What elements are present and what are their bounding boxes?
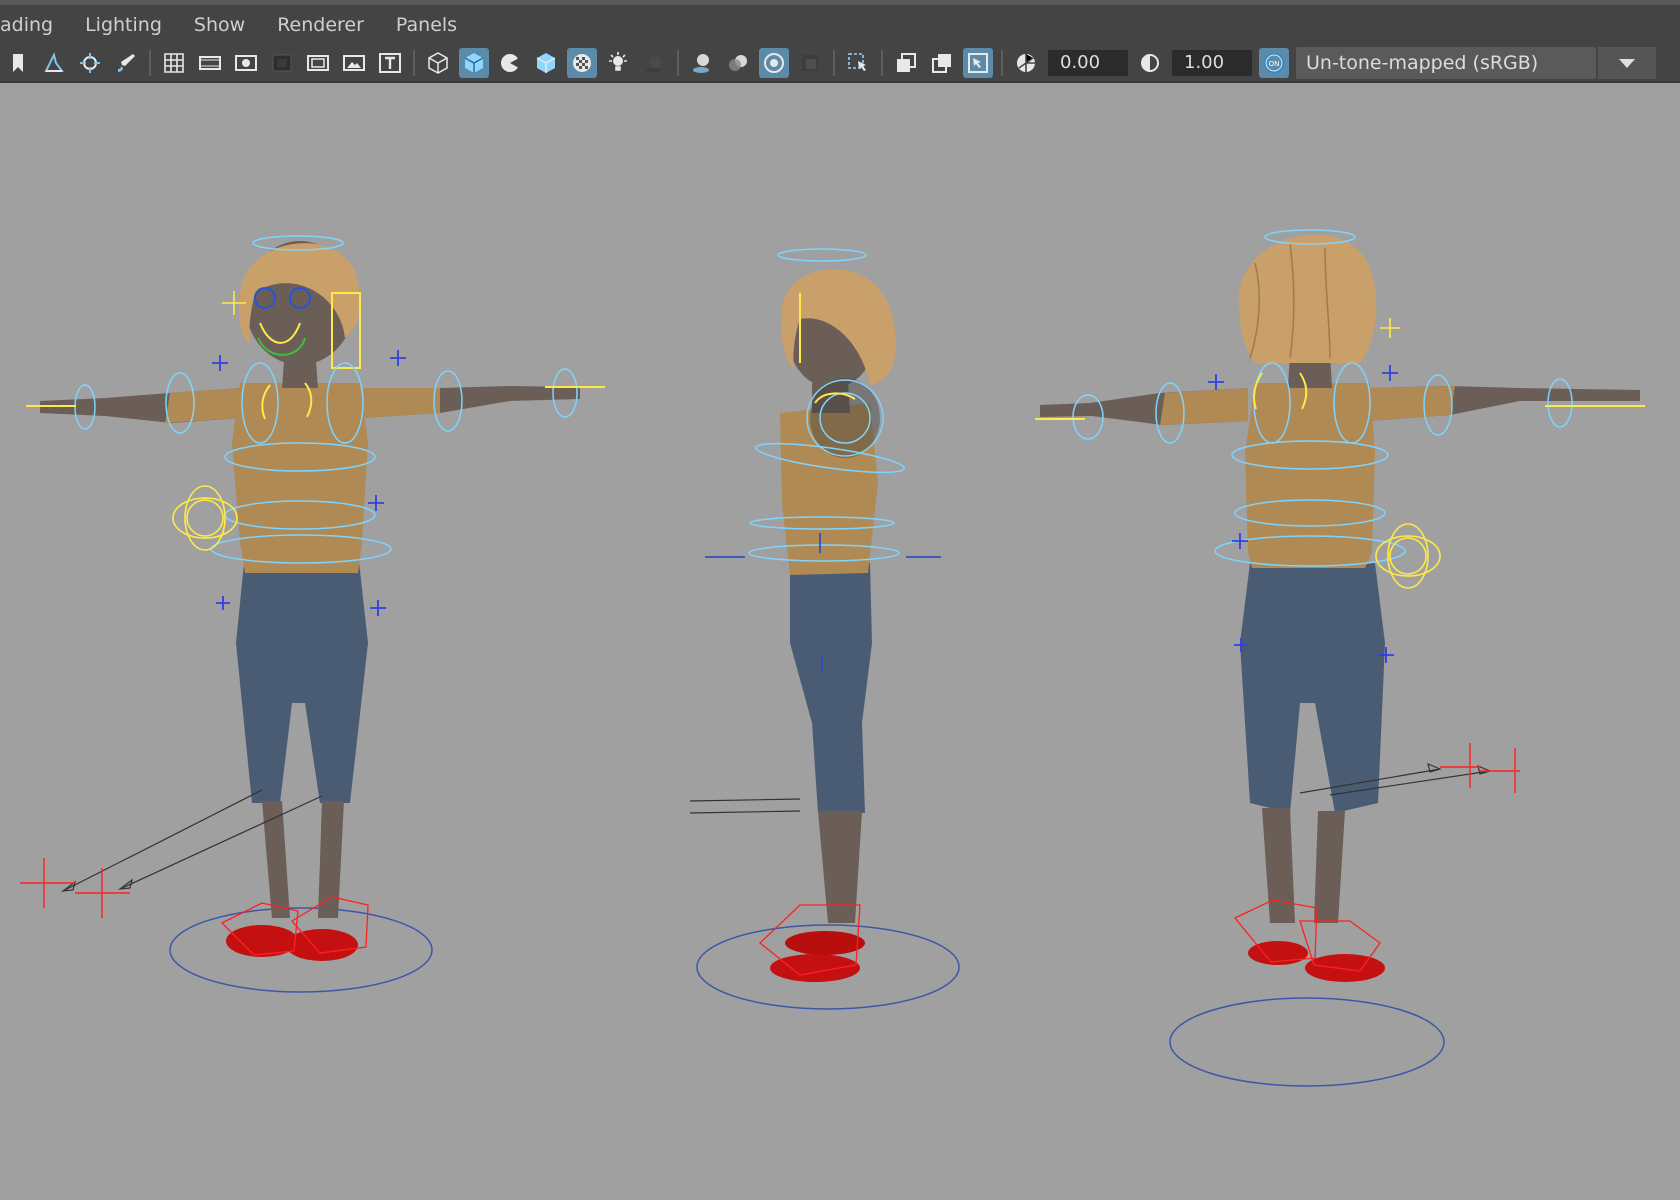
side-view-character[interactable] [689, 248, 960, 1010]
back-view-character[interactable] [1035, 229, 1645, 1087]
toolbar-separator [833, 50, 835, 76]
screen-space-ao-icon[interactable] [687, 48, 717, 78]
use-all-lights-icon[interactable] [603, 48, 633, 78]
menu-renderer[interactable]: Renderer [261, 5, 380, 45]
gamma-icon[interactable] [1135, 48, 1165, 78]
toolbar-separator [677, 50, 679, 76]
isolate-select-icon[interactable] [891, 48, 921, 78]
depth-of-field-icon[interactable] [795, 48, 825, 78]
select-camera-icon[interactable] [39, 48, 69, 78]
menu-panels[interactable]: Panels [380, 5, 473, 45]
toolbar-separator [1001, 50, 1003, 76]
shadows-icon[interactable] [639, 48, 669, 78]
color-management-badge: ON [1269, 60, 1280, 68]
pole-vector-control[interactable] [1375, 523, 1441, 589]
toolbar-separator [149, 50, 151, 76]
view-transform-dropdown[interactable]: Un-tone-mapped (sRGB) [1296, 47, 1596, 79]
camera-tumble-icon[interactable] [75, 48, 105, 78]
safe-title-icon[interactable] [375, 48, 405, 78]
xray-active-icon[interactable] [963, 48, 993, 78]
view-transform-dropdown-arrow[interactable] [1598, 47, 1656, 79]
xray-joints-icon[interactable] [927, 48, 957, 78]
motion-blur-icon[interactable] [723, 48, 753, 78]
3d-viewport[interactable] [0, 83, 1680, 1200]
menu-shading[interactable]: ading [0, 5, 69, 45]
select-tool-icon[interactable] [843, 48, 873, 78]
gamma-field[interactable]: 1.00 [1172, 50, 1252, 76]
paint-brush-icon[interactable] [111, 48, 141, 78]
xray-icon[interactable] [567, 48, 597, 78]
toolbar-separator [881, 50, 883, 76]
safe-action-icon[interactable] [339, 48, 369, 78]
color-management-on-icon[interactable]: ON [1259, 48, 1289, 78]
use-default-material-icon[interactable] [495, 48, 525, 78]
resolution-gate-icon[interactable] [231, 48, 261, 78]
panel-toolbar: 0.00 1.00 ON Un-tone-mapped (sRGB) [0, 45, 1680, 83]
maya-app-window: ading Lighting Show Renderer Panels 0.00… [0, 0, 1680, 1200]
toolbar-separator [413, 50, 415, 76]
wireframe-on-shaded-icon[interactable] [531, 48, 561, 78]
panel-menu-bar: ading Lighting Show Renderer Panels [0, 5, 1680, 45]
smooth-shade-icon[interactable] [459, 48, 489, 78]
root-control-circle[interactable] [1169, 997, 1445, 1087]
chevron-down-icon [1619, 59, 1635, 68]
anti-aliasing-icon[interactable] [759, 48, 789, 78]
exposure-field[interactable]: 0.00 [1048, 50, 1128, 76]
gate-mask-icon[interactable] [267, 48, 297, 78]
viewport-scene[interactable] [0, 83, 1680, 1200]
exposure-icon[interactable] [1011, 48, 1041, 78]
wireframe-icon[interactable] [423, 48, 453, 78]
menu-show[interactable]: Show [178, 5, 261, 45]
film-gate-icon[interactable] [195, 48, 225, 78]
field-chart-icon[interactable] [303, 48, 333, 78]
bookmark-icon[interactable] [3, 48, 33, 78]
grid-icon[interactable] [159, 48, 189, 78]
menu-lighting[interactable]: Lighting [69, 5, 178, 45]
front-view-character[interactable] [20, 235, 605, 993]
